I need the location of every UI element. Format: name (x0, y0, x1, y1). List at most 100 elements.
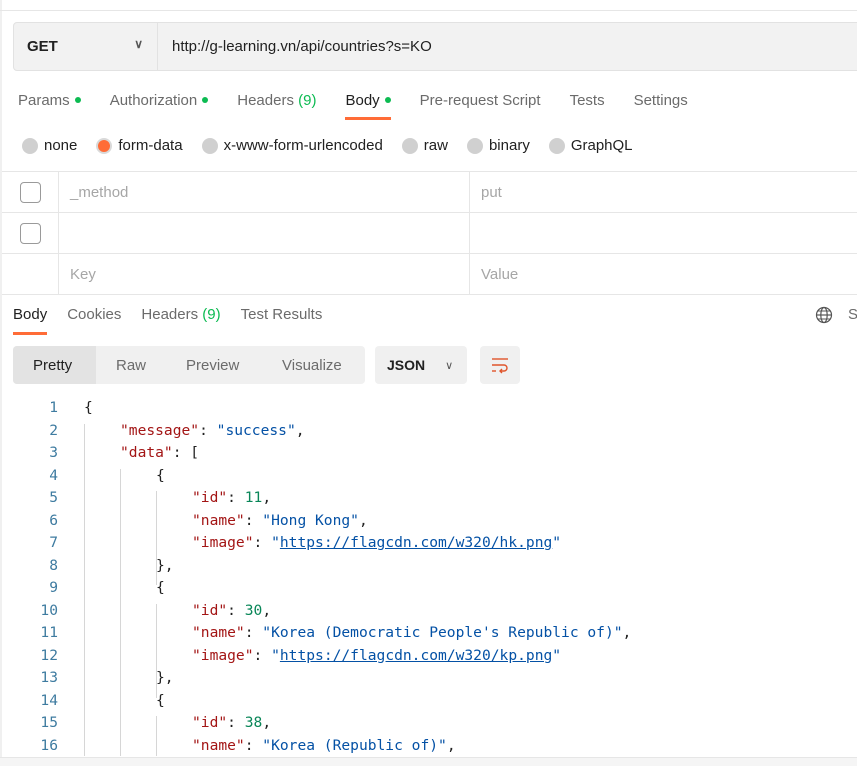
view-raw[interactable]: Raw (96, 346, 166, 384)
tab-params[interactable]: Params (18, 90, 81, 120)
response-body-code[interactable]: 1 {2 "message": "success", 3 "data": [4 {5 "id… (0, 399, 857, 756)
code-token: { (156, 579, 165, 596)
view-visualize[interactable]: Visualize (262, 346, 362, 384)
radio-label: raw (423, 137, 448, 154)
line-number: 10 (40, 601, 58, 619)
globe-icon[interactable] (815, 306, 833, 324)
method-select[interactable]: GET ∨ (14, 23, 158, 70)
active-dot-icon (384, 97, 391, 103)
radio-raw[interactable]: raw (401, 137, 448, 154)
indent-guide (156, 716, 157, 756)
code-token: : (227, 601, 245, 619)
code-token: : (244, 511, 263, 529)
active-dot-icon (202, 97, 209, 103)
code-token: : (244, 624, 263, 641)
code-token: 30 (244, 601, 263, 619)
view-preview[interactable]: Preview (166, 346, 262, 384)
code-token: : [ (172, 444, 200, 461)
response-tab-body[interactable]: Body (13, 306, 48, 335)
empty-checkbox-cell (2, 254, 59, 294)
response-tab-headers[interactable]: Headers (9) (141, 306, 220, 335)
code-token: , (262, 714, 272, 731)
code-token: 38 (244, 714, 263, 731)
line-number: 8 (49, 556, 58, 574)
url-input[interactable]: http://g-learning.vn/api/countries?s=KO (158, 38, 432, 55)
line-number: 7 (49, 534, 58, 551)
tab-headers[interactable]: Headers (9) (237, 90, 316, 120)
code-token: 11 (244, 489, 263, 506)
response-tabs: Body Cookies Headers (9) Test Results (13, 306, 342, 335)
active-dot-icon (74, 97, 81, 103)
radio-none[interactable]: none (22, 137, 77, 154)
code-token: , (622, 624, 632, 641)
code-line: { (156, 467, 165, 484)
row-checkbox[interactable] (2, 172, 59, 212)
line-number: 2 (49, 421, 58, 439)
new-key-input[interactable]: Key (59, 254, 470, 294)
radio-circle-icon (466, 137, 483, 154)
tab-tests[interactable]: Tests (570, 90, 605, 120)
new-value-input[interactable]: Value (470, 254, 518, 294)
response-tab-cookies[interactable]: Cookies (67, 306, 121, 335)
code-token: "id" (192, 714, 228, 731)
radio-x-www-form-urlencoded[interactable]: x-www-form-urlencoded (201, 137, 383, 154)
line-number: 5 (49, 489, 58, 506)
bottom-bar (0, 757, 857, 766)
code-token: : (199, 421, 217, 439)
value-field[interactable] (470, 213, 481, 253)
code-line: }, (156, 669, 174, 686)
row-checkbox[interactable] (2, 213, 59, 253)
code-line: "id": 38, (192, 714, 271, 731)
tab-label: Authorization (109, 92, 198, 109)
code-line: "message": "success", (120, 422, 305, 439)
line-number: 15 (40, 714, 58, 731)
line-number: 9 (49, 579, 58, 596)
line-number: 6 (49, 511, 58, 529)
code-token: : (244, 736, 263, 754)
code-line: "image": "https://flagcdn.com/w320/hk.pn… (192, 534, 561, 551)
line-number: 13 (40, 669, 58, 686)
code-token: " (552, 646, 562, 664)
url-link[interactable]: https://flagcdn.com/w320/hk.png (280, 534, 552, 551)
code-token: "name" (192, 624, 245, 641)
tab-pre-request-script[interactable]: Pre-request Script (420, 90, 541, 120)
radio-label: GraphQL (570, 137, 633, 154)
radio-binary[interactable]: binary (466, 137, 530, 154)
tab-body[interactable]: Body (345, 90, 391, 120)
tab-settings[interactable]: Settings (634, 90, 688, 120)
response-tab-test-results[interactable]: Test Results (241, 306, 323, 335)
view-pretty[interactable]: Pretty (13, 346, 96, 384)
status-label: S (848, 306, 857, 323)
value-field[interactable]: put (470, 172, 502, 212)
radio-label: binary (488, 137, 530, 154)
code-line: { (156, 692, 165, 709)
code-line: "id": 11, (192, 489, 271, 506)
indent-guide (156, 603, 157, 698)
line-number: 11 (40, 624, 58, 641)
code-token: { (156, 466, 165, 484)
wrap-lines-icon (492, 358, 508, 374)
tab-label: Settings (633, 92, 688, 109)
key-field[interactable]: _method (59, 172, 470, 212)
chevron-down-icon: ∨ (445, 359, 454, 372)
tab-label: Headers (141, 306, 199, 323)
wrap-lines-button[interactable] (480, 346, 520, 384)
code-token: "id" (192, 601, 228, 619)
format-select[interactable]: JSON ∨ (375, 346, 467, 384)
radio-form-data[interactable]: form-data (96, 137, 183, 154)
format-label: JSON (387, 357, 426, 373)
line-number: 3 (49, 444, 58, 461)
code-line: }, (156, 557, 174, 574)
code-token: "id" (192, 489, 228, 506)
code-token: , (262, 601, 272, 619)
tab-authorization[interactable]: Authorization (110, 90, 209, 120)
code-token: : (253, 534, 272, 551)
url-link[interactable]: https://flagcdn.com/w320/kp.png (280, 647, 552, 664)
radio-circle-icon (22, 137, 38, 154)
headers-count: (9) (202, 306, 221, 323)
radio-graphql[interactable]: GraphQL (548, 137, 633, 154)
key-field[interactable] (59, 213, 470, 253)
code-line: { (84, 399, 93, 416)
form-data-table: _method put Key Value (2, 171, 857, 295)
indent-guide (156, 491, 157, 585)
